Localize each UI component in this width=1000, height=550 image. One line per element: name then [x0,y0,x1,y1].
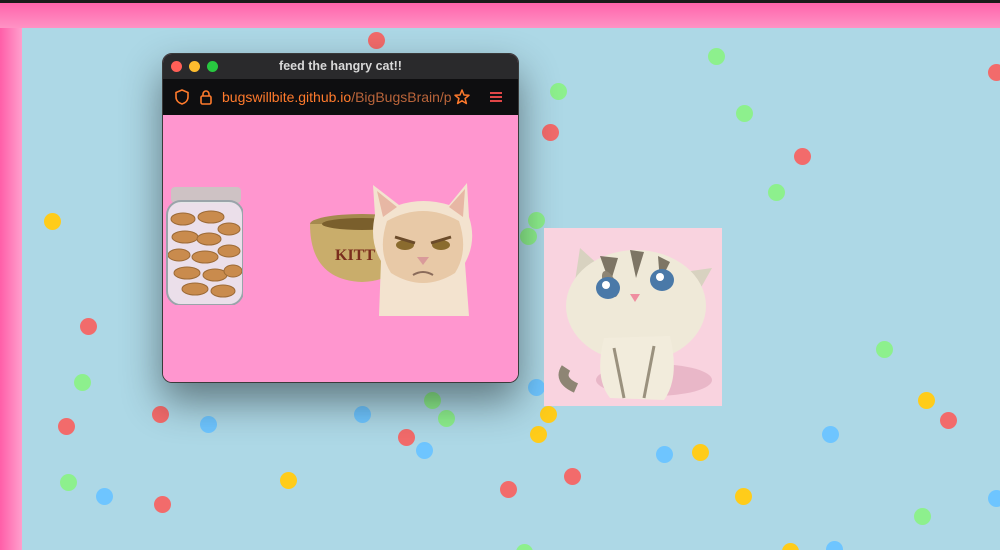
kitten-image [544,228,722,406]
confetti-dot [708,48,725,65]
confetti-dot [822,426,839,443]
confetti-dot [74,374,91,391]
confetti-dot [914,508,931,525]
confetti-dot [692,444,709,461]
url-path: /BigBugsBrain/popup [351,89,452,105]
confetti-dot [940,412,957,429]
confetti-dot [354,406,371,423]
confetti-dot [540,406,557,423]
confetti-dot [200,416,217,433]
confetti-dot [768,184,785,201]
url-text[interactable]: bugswillbite.github.io/BigBugsBrain/popu… [222,89,452,105]
confetti-dot [154,496,171,513]
confetti-dot [398,429,415,446]
confetti-dot [794,148,811,165]
window-title: feed the hangry cat!! [279,59,402,73]
popup-window[interactable]: feed the hangry cat!! bugswillbite.githu… [162,53,519,383]
confetti-dot [500,481,517,498]
confetti-dot [60,474,77,491]
cookie-jar-image[interactable] [165,185,244,306]
kitten-card[interactable] [544,228,722,406]
confetti-dot [735,488,752,505]
grumpy-cat-image[interactable] [369,181,477,316]
confetti-dot [520,228,537,245]
confetti-dot [96,488,113,505]
confetti-dot [152,406,169,423]
confetti-dot [826,541,843,550]
screen-top-border [0,0,1000,28]
address-bar[interactable]: bugswillbite.github.io/BigBugsBrain/popu… [163,79,518,115]
confetti-dot [530,426,547,443]
shield-icon[interactable] [173,88,191,106]
confetti-dot [550,83,567,100]
confetti-dot [416,442,433,459]
confetti-dot [782,543,799,550]
window-titlebar[interactable]: feed the hangry cat!! [163,54,518,79]
confetti-dot [528,212,545,229]
confetti-dot [44,213,61,230]
confetti-dot [542,124,559,141]
menu-icon[interactable] [487,88,505,106]
confetti-dot [438,410,455,427]
confetti-dot [656,446,673,463]
confetti-dot [564,468,581,485]
screen-left-border [0,28,22,550]
confetti-dot [58,418,75,435]
lock-icon[interactable] [197,88,215,106]
confetti-dot [876,341,893,358]
confetti-dot [988,64,1000,81]
confetti-dot [280,472,297,489]
confetti-dot [516,544,533,550]
confetti-dot [368,32,385,49]
url-host: bugswillbite.github.io [222,89,352,105]
confetti-dot [918,392,935,409]
confetti-dot [80,318,97,335]
confetti-dot [736,105,753,122]
popup-content: KITT [163,115,518,382]
star-icon[interactable] [453,88,471,106]
confetti-dot [424,392,441,409]
confetti-dot [988,490,1000,507]
confetti-dot [528,379,545,396]
